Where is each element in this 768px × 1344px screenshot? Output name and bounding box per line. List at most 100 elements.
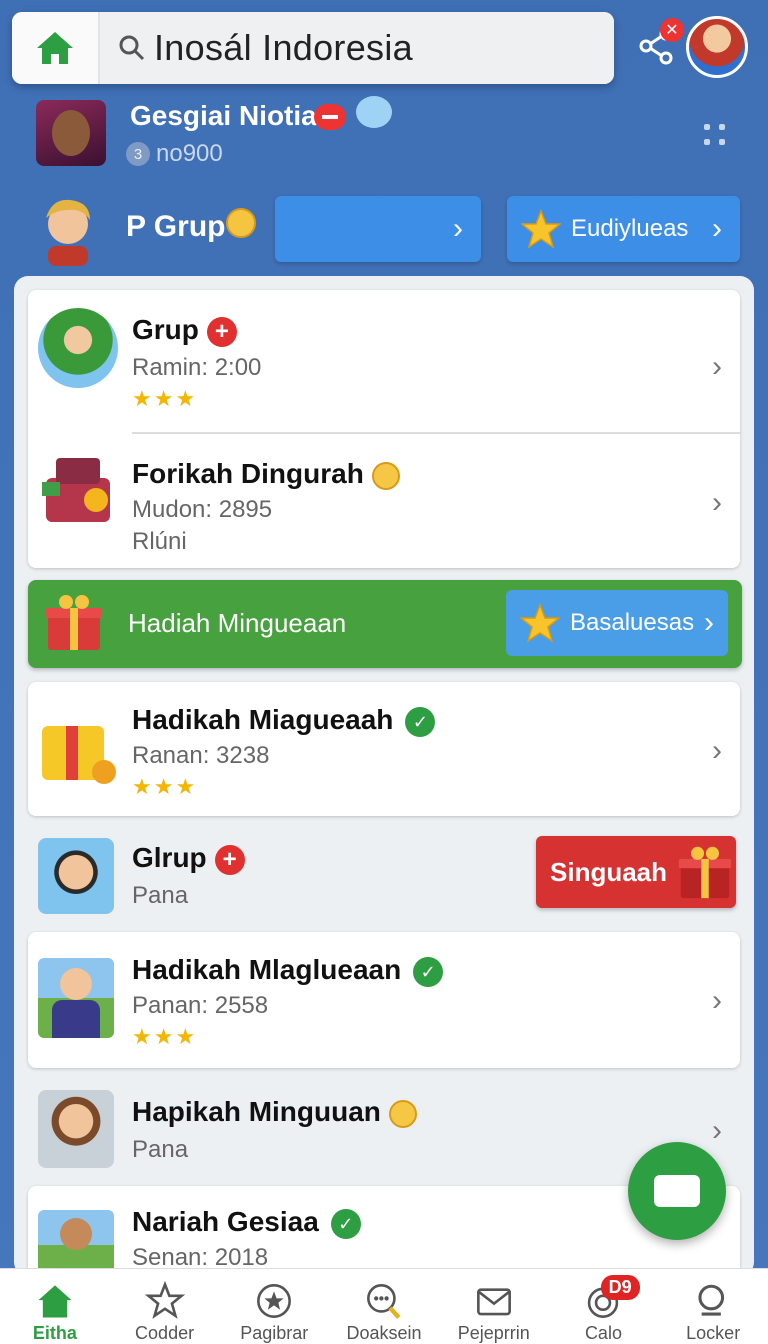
item-subtitle-secondary: Rlúni — [132, 528, 187, 555]
search-text: Inosál Indoresia — [154, 27, 413, 68]
nav-label: Pagibrar — [240, 1323, 309, 1343]
nav-item-messages[interactable]: Pejeprrin — [439, 1269, 549, 1344]
star-outline-icon — [144, 1281, 185, 1319]
chevron-right-icon: › — [712, 984, 722, 1017]
list-card: Grup + Ramin: 2:00 ★★★ › Forikah Dingurah… — [28, 290, 740, 568]
message-icon — [654, 1175, 700, 1207]
banner-button-label: Basaluesas — [570, 609, 695, 636]
nav-item-locker[interactable]: Locker — [658, 1269, 768, 1344]
list-item[interactable]: Grup + Ramin: 2:00 ★★★ › — [28, 290, 740, 432]
nav-label: Codder — [135, 1323, 195, 1343]
profile-sub-text: no900 — [156, 140, 223, 167]
mail-icon — [476, 1288, 511, 1316]
nav-label: Locker — [686, 1323, 741, 1343]
item-subtitle: Ramin: 2:00 — [132, 354, 262, 381]
home-icon — [38, 1285, 72, 1318]
item-thumbnail — [38, 1210, 114, 1268]
item-title: Grup + — [132, 314, 237, 347]
chevron-right-icon: › — [712, 350, 722, 383]
emoji-icon — [356, 96, 392, 128]
group-star-button-label: Eudiylueas — [571, 215, 689, 242]
red-action-button[interactable]: Singuaah — [536, 836, 736, 908]
profile-subtitle: 3 no900 — [126, 140, 223, 168]
verified-check-icon: ✓ — [330, 1208, 361, 1239]
nav-badge: D9 — [600, 1275, 640, 1300]
bottom-navigation: Eitha Codder Pagibrar Doaksein Pejeprrin — [0, 1268, 768, 1344]
home-icon — [37, 32, 73, 64]
search-icon — [119, 35, 145, 61]
item-subtitle: Pana — [132, 882, 189, 909]
list-item[interactable]: Hadikah Miagueaah ✓ Ranan: 3238 ★★★ › — [28, 682, 740, 816]
item-title: Nariah Gesiaa ✓ — [132, 1206, 361, 1239]
profile-sub-number: 3 — [126, 142, 150, 166]
item-thumbnail — [38, 308, 118, 388]
nav-item-calo[interactable]: Calo D9 — [549, 1269, 659, 1344]
gift-box-icon — [42, 726, 116, 784]
group-blue-button[interactable]: › — [275, 196, 481, 262]
list-item[interactable]: Hadikah Mlaglueaan ✓ Panan: 2558 ★★★ › — [28, 932, 740, 1068]
item-subtitle: Panan: 2558 — [132, 992, 269, 1019]
chevron-right-icon: › — [704, 606, 714, 639]
minus-badge-icon — [314, 104, 346, 130]
item-thumbnail — [38, 838, 114, 914]
home-tab-button[interactable] — [12, 12, 100, 84]
top-search-bar: Inosál Indoresia — [12, 12, 614, 84]
nav-label: Doaksein — [346, 1323, 422, 1343]
star-icon — [521, 209, 561, 249]
weekly-gift-banner[interactable]: Hadiah Mingueaan Basaluesas › — [28, 580, 742, 668]
rating-stars: ★★★ — [132, 386, 198, 411]
plus-badge-icon: + — [206, 316, 237, 347]
chat-search-icon — [367, 1284, 401, 1319]
nav-item-badges[interactable]: Pagibrar — [219, 1269, 329, 1344]
nav-label: Eitha — [32, 1323, 77, 1343]
chevron-right-icon: › — [712, 1114, 722, 1147]
item-title: Hadikah Mlaglueaan ✓ — [132, 954, 444, 987]
smile-emoji-icon — [388, 1099, 417, 1128]
gift-icon — [678, 846, 732, 899]
nav-item-search[interactable]: Doaksein — [329, 1269, 439, 1344]
notification-badge: ✕ — [660, 18, 684, 42]
badge-star-icon — [257, 1284, 292, 1318]
rating-stars: ★★★ — [132, 774, 198, 799]
list-item[interactable]: Forikah Dingurah Mudon: 2895 Rlúni › — [28, 434, 740, 568]
search-input[interactable]: Inosál Indoresia — [100, 12, 614, 84]
nav-label: Calo — [584, 1323, 622, 1343]
banner-text: Hadiah Mingueaan — [128, 608, 347, 638]
profile-avatar[interactable] — [36, 100, 106, 166]
group-avatar[interactable] — [38, 194, 98, 266]
item-title: Forikah Dingurah — [132, 458, 400, 490]
nav-item-favorites[interactable]: Codder — [110, 1269, 220, 1344]
group-star-button[interactable]: Eudiylueas › — [507, 196, 740, 262]
banner-button[interactable]: Basaluesas › — [506, 590, 728, 656]
rating-stars: ★★★ — [132, 1024, 198, 1049]
list-item[interactable]: Glrup + Pana — [28, 830, 528, 922]
item-title: Hapikah Minguuan — [132, 1096, 417, 1128]
verified-check-icon: ✓ — [405, 706, 436, 737]
verified-check-icon: ✓ — [413, 956, 444, 987]
group-label: P Grup — [126, 210, 226, 243]
list-item[interactable]: Hapikah Minguuan Pana › — [28, 1080, 740, 1180]
item-thumbnail — [38, 958, 114, 1038]
compose-fab-button[interactable] — [628, 1142, 726, 1240]
nav-item-home[interactable]: Eitha — [0, 1269, 110, 1344]
item-title: Hadikah Miagueaah ✓ — [132, 704, 436, 737]
user-avatar[interactable] — [686, 16, 748, 78]
item-subtitle: Ranan: 3238 — [132, 742, 270, 769]
smile-emoji-icon — [371, 461, 400, 490]
shop-basket-icon — [42, 458, 110, 522]
item-subtitle: Mudon: 2895 — [132, 496, 273, 523]
search-icon — [698, 1284, 725, 1316]
chevron-right-icon: › — [712, 486, 722, 519]
item-subtitle: Pana — [132, 1136, 189, 1163]
nav-label: Pejeprrin — [457, 1323, 530, 1343]
profile-name: Gesgiai Niotia — [130, 100, 317, 131]
red-button-label: Singuaah — [550, 856, 668, 887]
plus-badge-icon: + — [214, 844, 245, 875]
item-title: Glrup + — [132, 842, 245, 875]
grid-menu-icon[interactable] — [704, 124, 730, 150]
gift-icon — [46, 595, 102, 650]
chevron-right-icon: › — [712, 734, 722, 767]
chevron-right-icon: › — [712, 212, 722, 245]
item-thumbnail — [38, 1090, 114, 1168]
smile-emoji-icon — [226, 208, 256, 238]
